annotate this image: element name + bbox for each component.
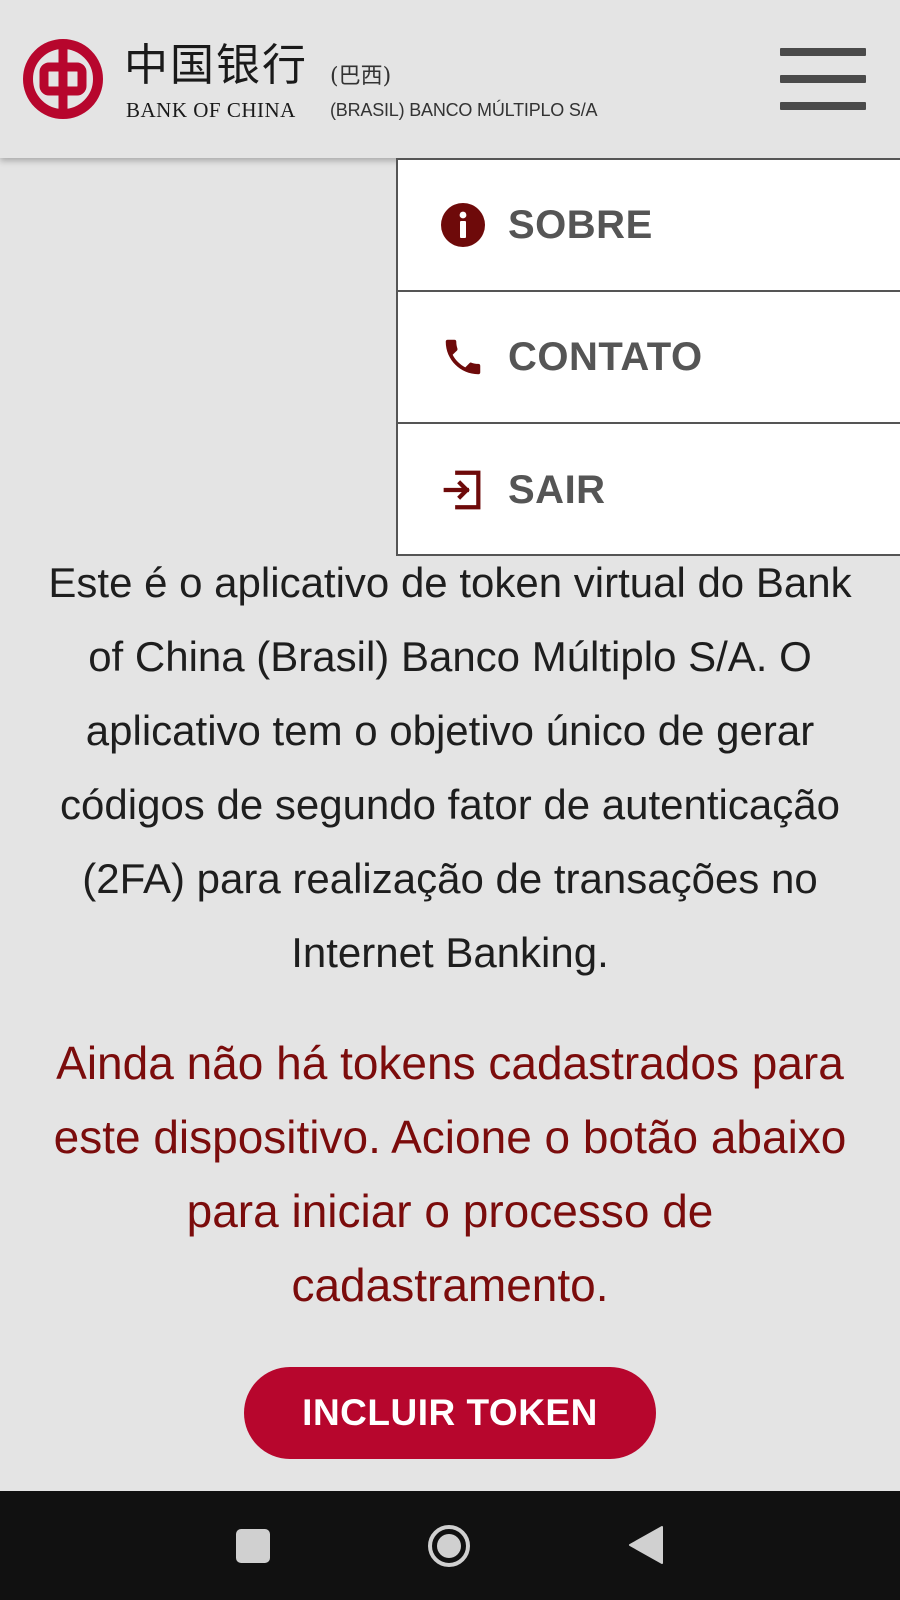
no-tokens-notice: Ainda não há tokens cadastrados para est… (53, 1037, 847, 1311)
logo-chinese-subtitle: (巴西) (330, 64, 392, 89)
menu-item-sair[interactable]: SAIR (398, 424, 900, 556)
app-header: 中国银行 (巴西) BANK OF CHINA (BRASIL) BANCO M… (0, 0, 900, 158)
info-icon (438, 200, 488, 250)
app-screen: 中国银行 (巴西) BANK OF CHINA (BRASIL) BANCO M… (0, 0, 900, 1600)
logo-english-name: BANK OF CHINA (126, 98, 296, 122)
include-token-button[interactable]: INCLUIR TOKEN (244, 1367, 656, 1459)
back-icon[interactable] (628, 1525, 664, 1565)
hamburger-line (780, 102, 866, 110)
menu-item-label: SAIR (508, 467, 606, 512)
menu-item-contato[interactable]: CONTATO (398, 292, 900, 424)
menu-item-label: SOBRE (508, 202, 653, 247)
home-icon[interactable] (426, 1523, 472, 1569)
bank-of-china-logo-icon (23, 39, 103, 119)
hamburger-line (780, 75, 866, 83)
android-navigation-bar (0, 1491, 900, 1600)
logo-english-subtitle: (BRASIL) BANCO MÚLTIPLO S/A (330, 100, 598, 120)
dropdown-menu: SOBRE CONTATO SAIR (396, 158, 900, 556)
logo-chinese-name: 中国银行 (124, 40, 308, 91)
logout-icon (438, 465, 488, 515)
phone-icon (438, 332, 488, 382)
app-description: Este é o aplicativo de token virtual do … (48, 559, 852, 976)
menu-item-label: CONTATO (508, 334, 703, 379)
recent-apps-icon[interactable] (236, 1529, 270, 1563)
menu-item-sobre[interactable]: SOBRE (398, 160, 900, 292)
hamburger-line (780, 48, 866, 56)
hamburger-icon[interactable] (780, 48, 866, 110)
